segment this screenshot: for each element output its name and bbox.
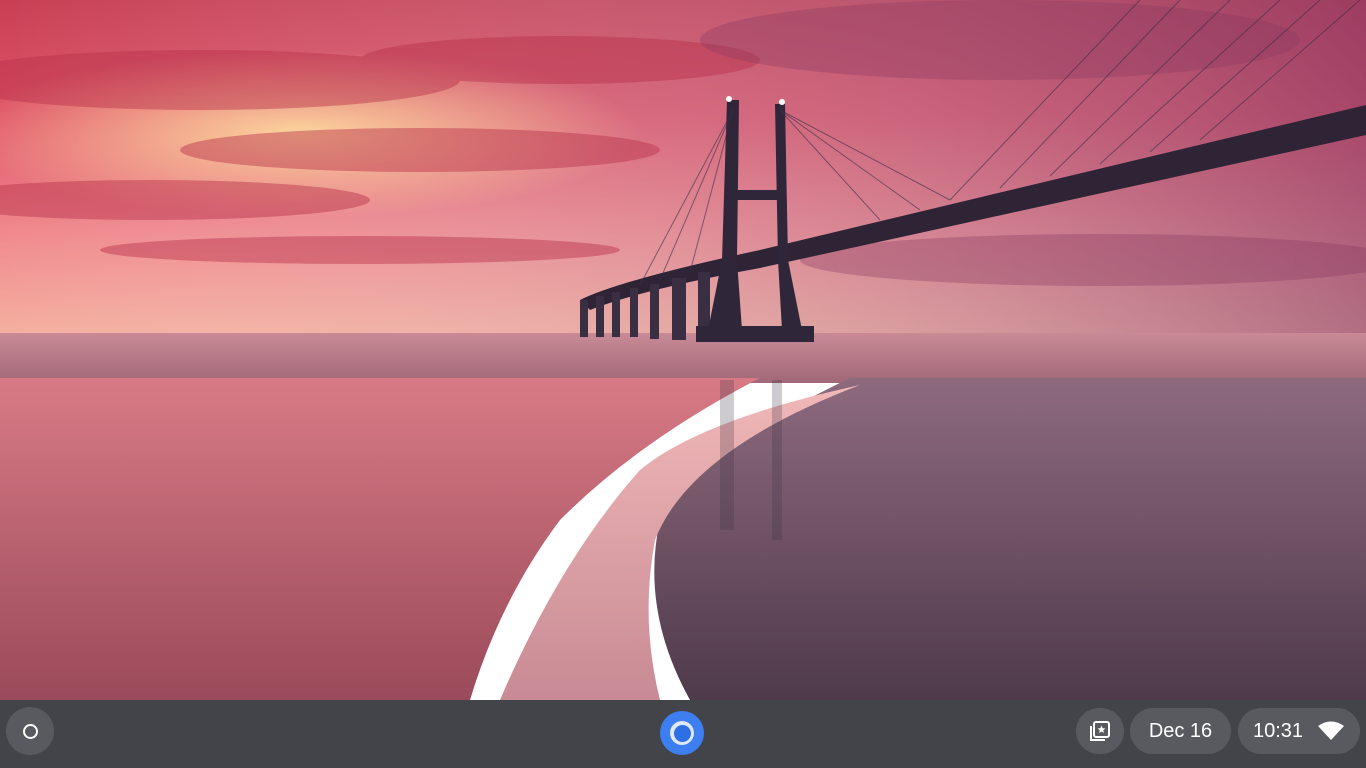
holding-space-icon: [1090, 721, 1110, 741]
status-area-button[interactable]: 10:31: [1238, 708, 1360, 754]
chrome-app-button[interactable]: [659, 710, 705, 756]
chrome-icon: [660, 711, 704, 755]
time-label: 10:31: [1252, 719, 1304, 742]
date-label: Dec 16: [1148, 719, 1213, 742]
wifi-icon: [1318, 721, 1345, 740]
shelf: Dec 16 10:31: [0, 700, 1366, 768]
launcher-button[interactable]: [6, 707, 54, 755]
date-tray-button[interactable]: Dec 16: [1130, 708, 1231, 754]
desktop: Dec 16 10:31: [0, 0, 1366, 768]
chrome-icon-ring: [670, 721, 694, 745]
launcher-icon: [22, 723, 38, 739]
chrome-icon-core: [673, 724, 691, 742]
holding-space-button[interactable]: [1076, 708, 1124, 754]
desktop-wallpaper: [0, 0, 1366, 700]
